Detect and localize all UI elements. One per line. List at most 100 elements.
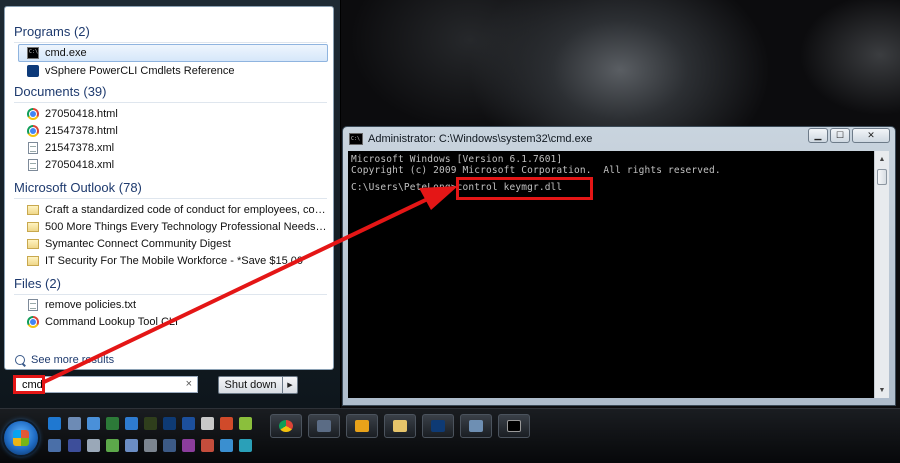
divider xyxy=(14,198,327,199)
result-label: vSphere PowerCLI Cmdlets Reference xyxy=(45,64,235,77)
shutdown-control: Shut down ▶ xyxy=(218,376,298,394)
taskbar xyxy=(0,408,900,463)
device-icon[interactable] xyxy=(239,439,252,452)
console-line: Copyright (c) 2009 Microsoft Corporation… xyxy=(351,165,721,176)
acrobat-icon[interactable] xyxy=(201,417,214,430)
excel-icon[interactable] xyxy=(106,417,119,430)
console-area[interactable]: Microsoft Windows [Version 6.1.7601] Cop… xyxy=(348,151,874,398)
result-item-file[interactable]: Command Lookup Tool CLI xyxy=(19,313,327,330)
result-label: Symantec Connect Community Digest xyxy=(45,237,231,250)
fireworks-icon[interactable] xyxy=(182,417,195,430)
search-icon xyxy=(15,355,25,365)
result-item-email[interactable]: Craft a standardized code of conduct for… xyxy=(19,201,327,218)
onenote-icon[interactable] xyxy=(182,439,195,452)
result-item-document[interactable]: 27050418.html xyxy=(19,105,327,122)
group-heading-documents[interactable]: Documents (39) xyxy=(14,84,106,99)
result-label: 21547378.html xyxy=(45,124,118,137)
scroll-down-arrow-icon[interactable]: ▼ xyxy=(875,383,889,397)
result-item-document[interactable]: 21547378.html xyxy=(19,122,327,139)
divider xyxy=(14,42,327,43)
cmd-window-icon[interactable] xyxy=(349,133,363,145)
result-item-powercli[interactable]: vSphere PowerCLI Cmdlets Reference xyxy=(19,62,327,79)
start-button[interactable] xyxy=(4,421,38,455)
result-item-file[interactable]: remove policies.txt xyxy=(19,296,327,313)
network-icon[interactable] xyxy=(68,417,81,430)
photoshop-icon[interactable] xyxy=(163,417,176,430)
puzzle-icon[interactable] xyxy=(239,417,252,430)
chrome-icon xyxy=(27,124,39,137)
see-more-label: See more results xyxy=(31,354,115,366)
outlook-icon xyxy=(355,420,369,432)
window-icon xyxy=(469,420,483,432)
powershell-icon xyxy=(27,64,39,77)
scrollbar-thumb[interactable] xyxy=(877,169,887,185)
result-item-email[interactable]: IT Security For The Mobile Workforce - *… xyxy=(19,252,327,269)
quicklaunch-icon[interactable] xyxy=(48,439,61,452)
envelope-icon xyxy=(27,255,39,266)
divider xyxy=(14,294,327,295)
taskbar-chrome[interactable] xyxy=(270,414,302,438)
result-item-email[interactable]: Symantec Connect Community Digest xyxy=(19,235,327,252)
cmd-icon xyxy=(507,420,521,432)
shutdown-button[interactable]: Shut down xyxy=(218,376,283,394)
internet-explorer-icon[interactable] xyxy=(48,417,61,430)
document-icon xyxy=(28,141,38,154)
monitor-icon[interactable] xyxy=(87,417,100,430)
envelope-icon xyxy=(27,204,39,215)
group-heading-outlook[interactable]: Microsoft Outlook (78) xyxy=(14,180,142,195)
start-menu: Programs (2) cmd.exe vSphere PowerCLI Cm… xyxy=(0,0,340,408)
see-more-results-link[interactable]: See more results xyxy=(15,354,114,366)
search-highlight-box xyxy=(13,375,45,394)
group-heading-programs[interactable]: Programs (2) xyxy=(14,24,90,39)
result-item-cmd[interactable]: cmd.exe xyxy=(18,44,328,62)
taskbar-photoshop[interactable] xyxy=(422,414,454,438)
console-line: Microsoft Windows [Version 6.1.7601] xyxy=(351,154,563,165)
remote-icon[interactable] xyxy=(144,439,157,452)
scroll-up-arrow-icon[interactable]: ▲ xyxy=(875,152,889,166)
result-label: remove policies.txt xyxy=(45,298,137,311)
shutdown-options-button[interactable]: ▶ xyxy=(283,376,298,394)
3d-icon[interactable] xyxy=(68,439,81,452)
result-label: 21547378.xml xyxy=(45,141,115,154)
result-item-document[interactable]: 27050418.xml xyxy=(19,156,327,173)
tool-icon[interactable] xyxy=(220,417,233,430)
result-label: Craft a standardized code of conduct for… xyxy=(45,203,327,216)
taskbar-cmd[interactable] xyxy=(498,414,530,438)
taskbar-explorer[interactable] xyxy=(384,414,416,438)
search-results-pane: Programs (2) cmd.exe vSphere PowerCLI Cm… xyxy=(4,6,334,370)
result-label: 500 More Things Every Technology Profess… xyxy=(45,220,327,233)
close-button[interactable]: ✕ xyxy=(852,128,890,143)
window-controls: ▁ ☐ ✕ xyxy=(808,128,890,143)
envelope-icon xyxy=(27,238,39,249)
taskbar-window[interactable] xyxy=(460,414,492,438)
cmd-icon xyxy=(27,47,39,59)
result-item-document[interactable]: 21547378.xml xyxy=(19,139,327,156)
green-app-icon[interactable] xyxy=(106,439,119,452)
snipping-icon[interactable] xyxy=(87,439,100,452)
result-label: cmd.exe xyxy=(45,47,87,59)
document-icon xyxy=(28,298,38,311)
result-label: Command Lookup Tool CLI xyxy=(45,315,179,328)
group-heading-files[interactable]: Files (2) xyxy=(14,276,61,291)
vertical-scrollbar[interactable]: ▲ ▼ xyxy=(874,151,889,398)
taskbar-remote-desktop[interactable] xyxy=(308,414,340,438)
pdf-icon[interactable] xyxy=(201,439,214,452)
dreamweaver-icon[interactable] xyxy=(144,417,157,430)
terminal-icon[interactable] xyxy=(163,439,176,452)
taskbar-outlook[interactable] xyxy=(346,414,378,438)
result-label: 27050418.html xyxy=(45,107,118,120)
maximize-button[interactable]: ☐ xyxy=(830,128,850,143)
chrome-icon xyxy=(279,420,293,432)
chrome-icon xyxy=(27,315,39,328)
clear-search-icon[interactable]: × xyxy=(186,378,192,390)
paint-icon[interactable] xyxy=(220,439,233,452)
cmd-window: Administrator: C:\Windows\system32\cmd.e… xyxy=(342,126,896,406)
word-icon[interactable] xyxy=(125,417,138,430)
picture-icon[interactable] xyxy=(125,439,138,452)
folder-icon xyxy=(393,420,407,432)
chrome-icon xyxy=(27,107,39,120)
command-highlight-box xyxy=(456,177,593,200)
minimize-button[interactable]: ▁ xyxy=(808,128,828,143)
result-label: 27050418.xml xyxy=(45,158,115,171)
result-item-email[interactable]: 500 More Things Every Technology Profess… xyxy=(19,218,327,235)
